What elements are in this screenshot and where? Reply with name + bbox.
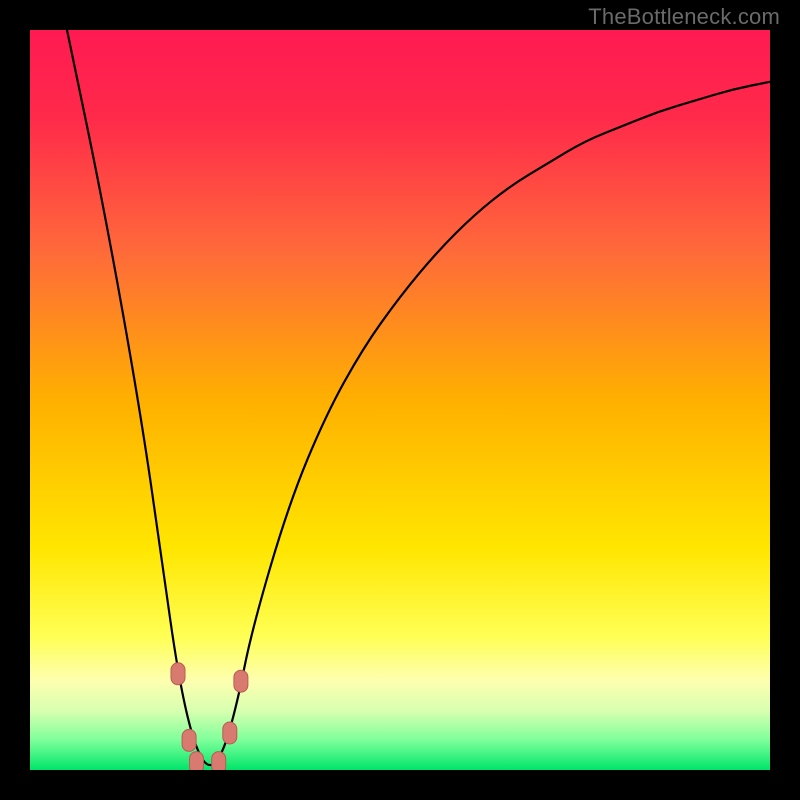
- curve-marker: [190, 752, 204, 770]
- curve-marker: [212, 752, 226, 770]
- gradient-background: [30, 30, 770, 770]
- bottleneck-chart: [30, 30, 770, 770]
- curve-marker: [223, 722, 237, 744]
- attribution-text: TheBottleneck.com: [588, 4, 780, 30]
- chart-frame: [30, 30, 770, 770]
- curve-marker: [171, 663, 185, 685]
- curve-marker: [234, 670, 248, 692]
- curve-marker: [182, 729, 196, 751]
